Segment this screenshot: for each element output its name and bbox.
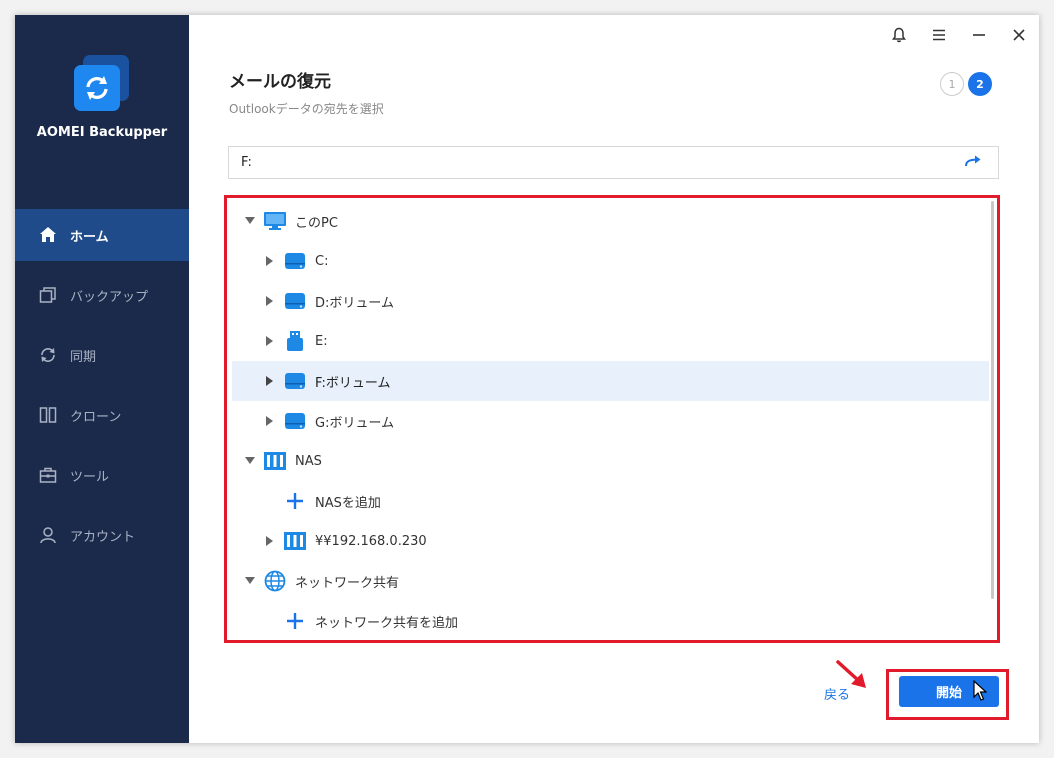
tree-node-add-nas[interactable]: NASを追加 — [232, 481, 989, 521]
expand-arrow-down-icon[interactable] — [244, 575, 256, 587]
tree-node-drive-c[interactable]: C: — [232, 241, 989, 281]
step-indicator: 1 2 — [940, 72, 992, 96]
sync-icon — [38, 345, 58, 365]
expand-arrow-right-icon[interactable] — [264, 255, 276, 267]
tree-node-drive-d[interactable]: D:ボリューム — [232, 281, 989, 321]
sidebar-item-label: バックアップ — [70, 289, 149, 305]
drive-icon — [284, 411, 306, 431]
tree-node-drive-g[interactable]: G:ボリューム — [232, 401, 989, 441]
plus-icon — [284, 611, 306, 631]
path-bar — [228, 146, 999, 179]
annotation-arrow-icon — [836, 660, 866, 688]
expand-arrow-right-icon[interactable] — [264, 335, 276, 347]
expand-arrow-right-icon[interactable] — [264, 295, 276, 307]
app-name: AOMEI Backupper — [36, 125, 168, 140]
usb-drive-icon — [284, 331, 306, 351]
tree-node-label: NAS — [295, 453, 322, 469]
step-2: 2 — [968, 72, 992, 96]
tree-node-label: F:ボリューム — [315, 375, 391, 391]
destination-tree-highlight: このPC C: D:ボリューム E: F:ボリューム G:ボリューム NAS N… — [224, 195, 1000, 643]
tree-node-nas-device[interactable]: ¥¥192.168.0.230 — [232, 521, 989, 561]
close-icon[interactable] — [999, 23, 1039, 47]
page-title: メールの復元 — [229, 72, 331, 92]
drive-icon — [284, 291, 306, 311]
tree-scrollbar[interactable] — [991, 201, 994, 599]
plus-icon — [284, 491, 306, 511]
go-arrow-icon[interactable] — [964, 154, 982, 174]
sidebar-item-label: アカウント — [70, 529, 136, 545]
tree-node-label: C: — [315, 253, 329, 269]
tree-node-network-share[interactable]: ネットワーク共有 — [232, 561, 989, 601]
clone-icon — [38, 405, 58, 425]
tools-icon — [38, 465, 58, 485]
drive-icon — [284, 371, 306, 391]
tree-node-label: G:ボリューム — [315, 415, 395, 431]
sidebar-item-tools[interactable]: ツール — [15, 449, 189, 501]
sidebar-item-backup[interactable]: バックアップ — [15, 269, 189, 321]
nas-icon — [264, 451, 286, 471]
expand-arrow-right-icon[interactable] — [264, 415, 276, 427]
tree-node-label: NASを追加 — [315, 495, 381, 511]
sidebar-nav: ホーム バックアップ 同期 クローン ツール アカウント — [15, 209, 189, 569]
sidebar-item-label: ツール — [70, 469, 110, 485]
tree-node-label: ネットワーク共有 — [295, 575, 400, 591]
tree-node-label: ¥¥192.168.0.230 — [315, 533, 427, 549]
monitor-icon — [264, 211, 286, 231]
sidebar-item-label: ホーム — [70, 229, 109, 245]
step-1: 1 — [940, 72, 964, 96]
sidebar: AOMEI Backupper ホーム バックアップ 同期 クローン ツール ア… — [15, 15, 189, 743]
drive-icon — [284, 251, 306, 271]
backup-icon — [38, 285, 58, 305]
app-logo-icon — [73, 55, 131, 113]
tree-node-label: ネットワーク共有を追加 — [315, 615, 459, 631]
tree-node-drive-f[interactable]: F:ボリューム — [232, 361, 989, 401]
path-input[interactable] — [239, 147, 943, 178]
home-icon — [38, 225, 58, 245]
tree-node-add-network-share[interactable]: ネットワーク共有を追加 — [232, 601, 989, 641]
tree-node-nas[interactable]: NAS — [232, 441, 989, 481]
tree-node-label: D:ボリューム — [315, 295, 395, 311]
sidebar-item-label: クローン — [70, 409, 122, 425]
tree-node-drive-e[interactable]: E: — [232, 321, 989, 361]
sidebar-item-account[interactable]: アカウント — [15, 509, 189, 561]
app-window: AOMEI Backupper ホーム バックアップ 同期 クローン ツール ア… — [15, 15, 1039, 743]
titlebar-controls — [879, 23, 1039, 47]
mouse-cursor-icon — [973, 680, 987, 701]
nas-icon — [284, 531, 306, 551]
sidebar-item-sync[interactable]: 同期 — [15, 329, 189, 381]
expand-arrow-down-icon[interactable] — [244, 455, 256, 467]
expand-arrow-right-icon[interactable] — [264, 535, 276, 547]
destination-tree: このPC C: D:ボリューム E: F:ボリューム G:ボリューム NAS N… — [232, 201, 989, 641]
sidebar-item-home[interactable]: ホーム — [15, 209, 189, 261]
tree-node-label: このPC — [295, 215, 338, 231]
minimize-icon[interactable] — [959, 23, 999, 47]
tree-node-label: E: — [315, 333, 328, 349]
globe-icon — [264, 570, 286, 592]
expand-arrow-down-icon[interactable] — [244, 215, 256, 227]
expand-arrow-right-icon[interactable] — [264, 375, 276, 387]
notification-bell-icon[interactable] — [879, 23, 919, 47]
tree-node-this-pc[interactable]: このPC — [232, 201, 989, 241]
page-subtitle: Outlookデータの宛先を選択 — [229, 102, 384, 116]
sidebar-item-label: 同期 — [70, 349, 97, 365]
sidebar-item-clone[interactable]: クローン — [15, 389, 189, 441]
account-icon — [38, 525, 58, 545]
menu-icon[interactable] — [919, 23, 959, 47]
